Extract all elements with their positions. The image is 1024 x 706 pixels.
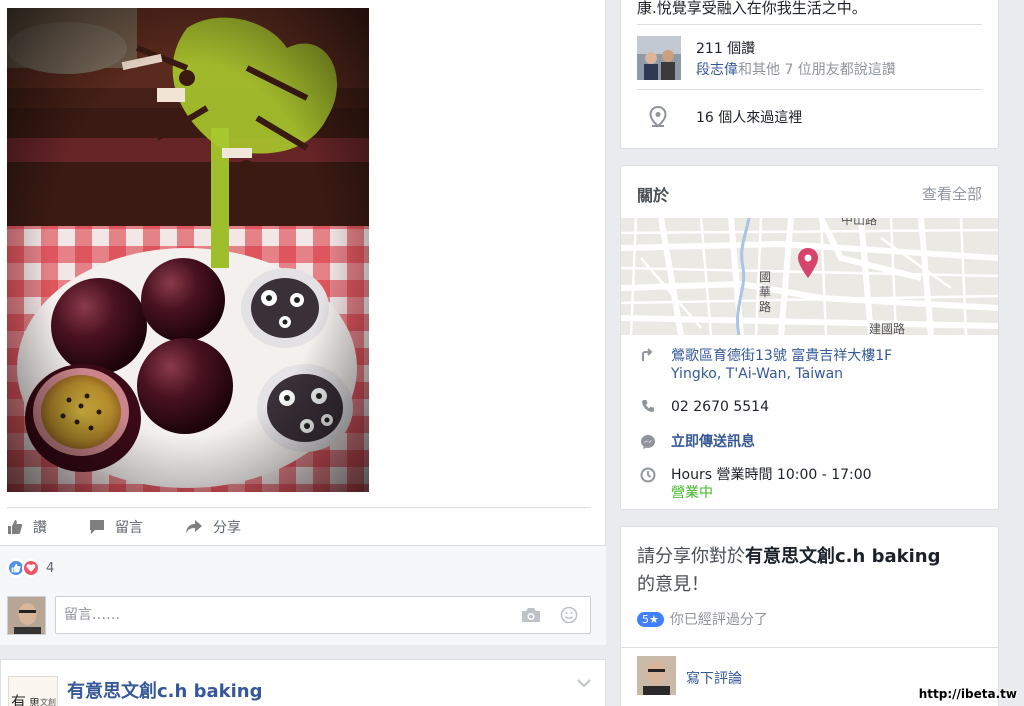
comment-field[interactable] — [55, 596, 591, 634]
your-rating[interactable]: 5★ 你已經評過分了 — [637, 609, 768, 629]
review-prompt-post: 的意見！ — [637, 574, 709, 595]
likes-count[interactable]: 211 個讚 — [696, 38, 755, 58]
map-road-label: 路 — [759, 299, 771, 314]
comment-icon — [90, 520, 104, 534]
review-prompt-name: 有意思文創c.h baking — [745, 546, 941, 567]
address-line2: Yingko, T'Ai-Wan, Taiwan — [671, 366, 844, 382]
review-prompt: 請分享你對於有意思文創c.h baking 的意見！ — [637, 543, 987, 599]
avatar[interactable] — [7, 596, 46, 635]
divider — [637, 89, 982, 90]
friends-liked-text: 段志偉和其他 7 位朋友都說這讚 — [696, 59, 896, 79]
checkins-count[interactable]: 16 個人來過這裡 — [696, 107, 802, 127]
avatar-text: 有 — [11, 693, 27, 706]
watermark: http://ibeta.tw — [918, 687, 1017, 701]
map-road-label: 建國路 — [869, 321, 905, 335]
share-label: 分享 — [213, 520, 241, 536]
post-card: 讚 留言 分享 4 — [0, 0, 606, 645]
page-name-link[interactable]: 有意思文創c.h baking — [67, 677, 262, 703]
user-photo-icon — [637, 656, 676, 695]
love-reaction-icon — [22, 559, 40, 577]
map-road-label: 國 — [759, 270, 771, 284]
map-road-label: 中山路 — [841, 218, 877, 227]
avatar-text: 文創 — [40, 698, 56, 706]
open-status: 營業中 — [671, 485, 713, 501]
location-map[interactable]: 中山路 國 華 路 建國路 — [621, 218, 998, 335]
post-photo-illustration — [7, 8, 369, 492]
about-card: 關於 查看全部 中山路 國 華 路 建國路 鶯歌區育德街13號 富貴吉祥大樓1F… — [620, 165, 999, 510]
share-button[interactable]: 分享 — [185, 517, 241, 537]
location-pin-icon — [649, 106, 667, 128]
comment-button[interactable]: 留言 — [89, 517, 143, 537]
friends-liked-rest: 和其他 7 位朋友都說這讚 — [738, 62, 896, 78]
post-divider — [7, 507, 591, 508]
phone-icon — [642, 400, 654, 412]
review-card: 請分享你對於有意思文創c.h baking 的意見！ 5★ 你已經評過分了 寫下評… — [620, 526, 999, 706]
write-review-link[interactable]: 寫下評論 — [686, 668, 742, 688]
directions-icon — [642, 348, 653, 361]
about-title: 關於 — [637, 186, 670, 205]
review-prompt-pre: 請分享你對於 — [637, 546, 745, 567]
address-line1: 鶯歌區育德街13號 富貴吉祥大樓1F — [671, 348, 893, 364]
reactions-and-comments: 4 — [0, 545, 606, 645]
page-avatar[interactable]: 有 思 文創 — [8, 676, 58, 706]
divider — [637, 24, 982, 25]
page-likes-card: 康.悅覺享受融入在你我生活之中。 211 個讚 段志偉和其他 7 位朋友都說這讚… — [620, 0, 999, 149]
map-illustration: 中山路 國 華 路 建國路 — [621, 218, 998, 335]
address-row[interactable]: 鶯歌區育德街13號 富貴吉祥大樓1F Yingko, T'Ai-Wan, Tai… — [637, 347, 892, 383]
reaction-count: 4 — [46, 560, 55, 576]
avatar-text: 思 — [29, 697, 40, 706]
like-button[interactable]: 讚 — [7, 517, 47, 537]
comment-label: 留言 — [115, 520, 143, 536]
next-post-card: 有 思 文創 有意思文創c.h baking — [0, 659, 606, 706]
chevron-down-icon[interactable] — [577, 678, 591, 688]
see-all-link[interactable]: 查看全部 — [922, 183, 982, 204]
hours-text: Hours 營業時間 10:00 - 17:00 — [671, 467, 872, 483]
page-tagline: 康.悅覺享受融入在你我生活之中。 — [637, 0, 867, 17]
avatar[interactable] — [637, 656, 676, 695]
camera-icon[interactable] — [521, 607, 541, 623]
friend-name-link[interactable]: 段志偉 — [696, 62, 738, 78]
send-message-link: 立即傳送訊息 — [671, 434, 755, 450]
rating-badge: 5★ — [637, 611, 664, 627]
user-photo-icon — [8, 597, 45, 634]
avatar[interactable] — [637, 36, 681, 80]
clock-icon — [640, 467, 656, 483]
phone-number: 02 2670 5514 — [671, 399, 769, 415]
phone-row[interactable]: 02 2670 5514 — [637, 398, 769, 416]
message-row[interactable]: 立即傳送訊息 — [637, 433, 755, 451]
post-photo[interactable] — [7, 8, 369, 492]
rated-text: 你已經評過分了 — [669, 612, 768, 628]
post-actions: 讚 留言 分享 — [7, 514, 283, 540]
divider — [621, 647, 998, 648]
map-road-label: 華 — [759, 285, 771, 299]
friends-photo-icon — [637, 36, 681, 80]
hours-row[interactable]: Hours 營業時間 10:00 - 17:00 營業中 — [637, 466, 872, 502]
reaction-summary[interactable]: 4 — [7, 559, 54, 577]
emoji-icon[interactable] — [560, 606, 578, 624]
share-icon — [186, 520, 202, 534]
like-label: 讚 — [33, 520, 47, 536]
messenger-icon — [641, 435, 655, 449]
comment-input[interactable] — [64, 607, 504, 623]
thumbs-up-icon — [8, 520, 23, 534]
